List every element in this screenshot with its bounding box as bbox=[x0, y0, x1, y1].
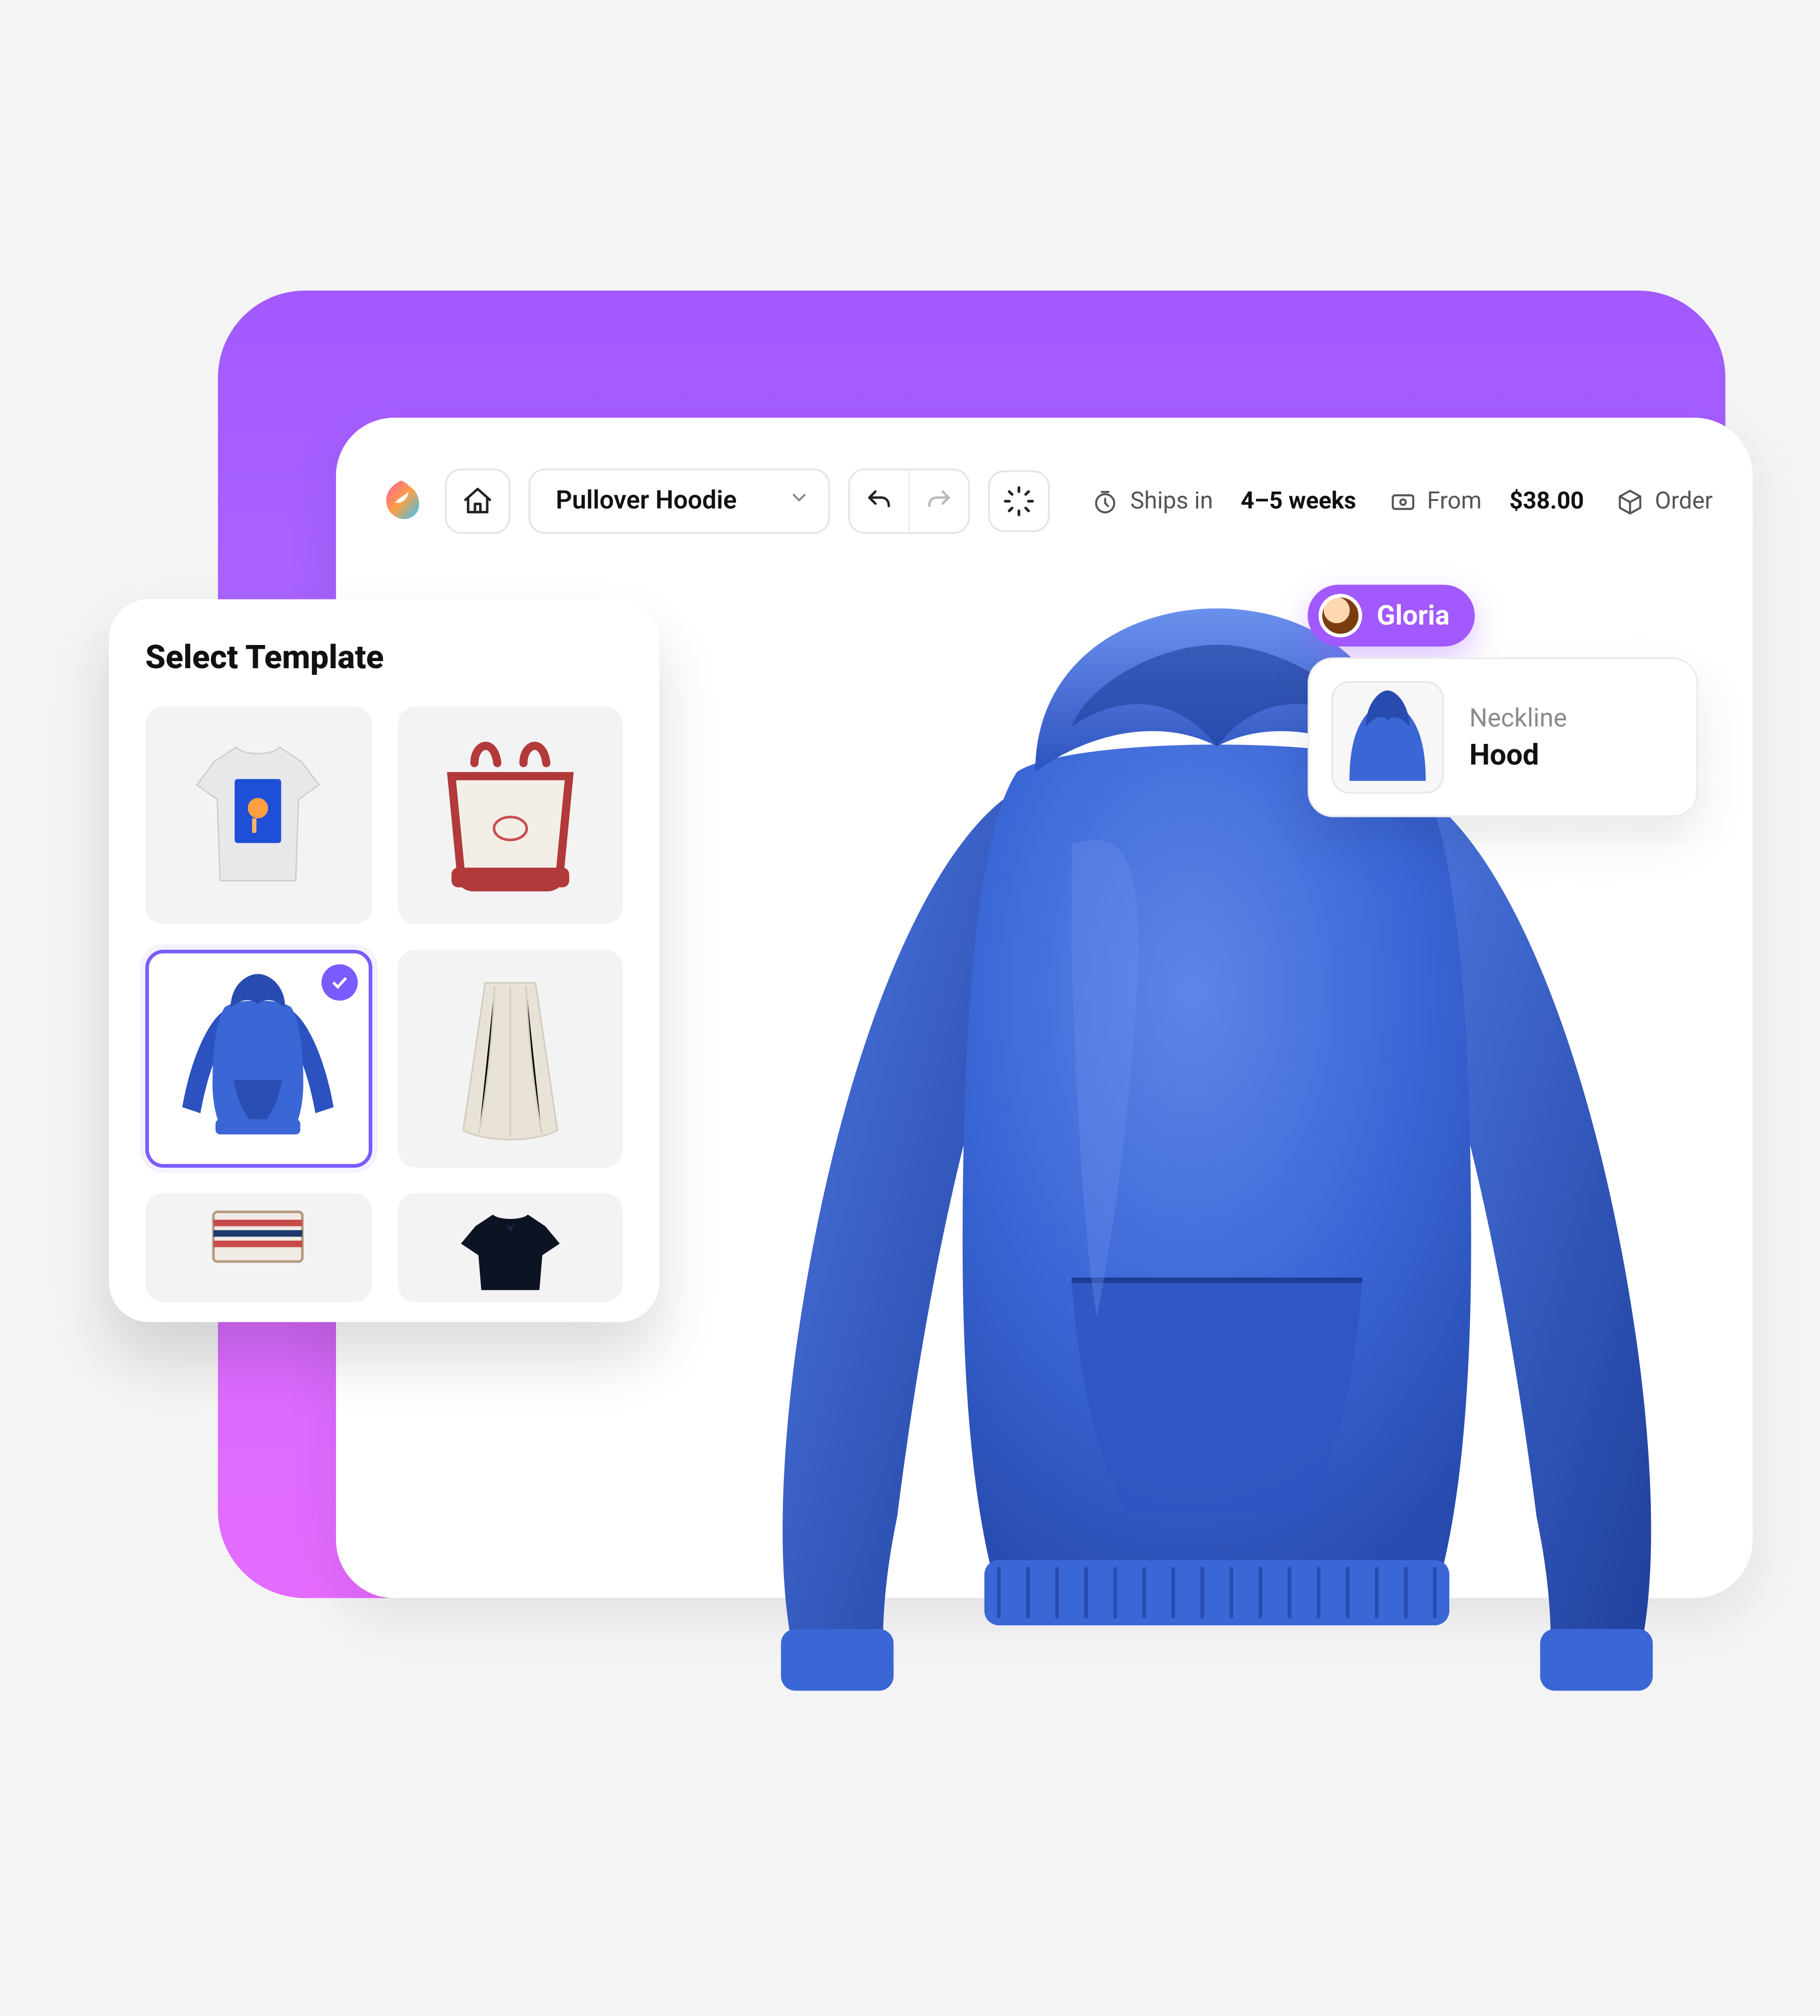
option-card-neckline[interactable]: Neckline Hood bbox=[1308, 657, 1698, 817]
history-group bbox=[847, 469, 969, 534]
order-button[interactable]: Order bbox=[1617, 488, 1713, 515]
price-value: $38.00 bbox=[1510, 488, 1584, 515]
template-grid bbox=[146, 707, 623, 1302]
price-prefix: From bbox=[1427, 488, 1482, 515]
redo-button[interactable] bbox=[910, 470, 968, 532]
option-label: Neckline bbox=[1469, 704, 1567, 733]
price-info: From $38.00 bbox=[1389, 488, 1584, 515]
product-name: Pullover Hoodie bbox=[556, 487, 737, 516]
template-item-tshirt[interactable] bbox=[146, 707, 372, 925]
app-logo-icon bbox=[376, 476, 427, 527]
home-button[interactable] bbox=[445, 469, 510, 534]
template-item-skirt[interactable] bbox=[397, 950, 623, 1168]
template-panel: Select Template bbox=[109, 599, 659, 1322]
template-item-polo[interactable] bbox=[397, 1193, 623, 1302]
collaborator-name: Gloria bbox=[1377, 599, 1450, 632]
avatar bbox=[1319, 594, 1362, 637]
undo-button[interactable] bbox=[849, 470, 908, 532]
order-label: Order bbox=[1655, 488, 1712, 515]
option-thumb bbox=[1331, 681, 1444, 794]
header-meta: Ships in 4–5 weeks From $38.00 Order bbox=[1092, 488, 1712, 515]
template-panel-title: Select Template bbox=[146, 639, 623, 677]
option-value: Hood bbox=[1469, 736, 1567, 771]
shipping-value: 4–5 weeks bbox=[1241, 488, 1356, 515]
shipping-info: Ships in 4–5 weeks bbox=[1092, 488, 1356, 515]
template-item-tote-bag[interactable] bbox=[397, 707, 623, 925]
product-dropdown[interactable]: Pullover Hoodie bbox=[528, 469, 829, 534]
template-item-rug[interactable] bbox=[146, 1193, 372, 1302]
loading-button[interactable] bbox=[987, 470, 1049, 532]
template-item-hoodie[interactable] bbox=[146, 950, 372, 1168]
collaborator-cursor: Gloria bbox=[1308, 585, 1475, 646]
shipping-prefix: Ships in bbox=[1130, 488, 1213, 515]
chevron-down-icon bbox=[788, 487, 810, 516]
app-header: Pullover Hoodie bbox=[336, 418, 1753, 566]
